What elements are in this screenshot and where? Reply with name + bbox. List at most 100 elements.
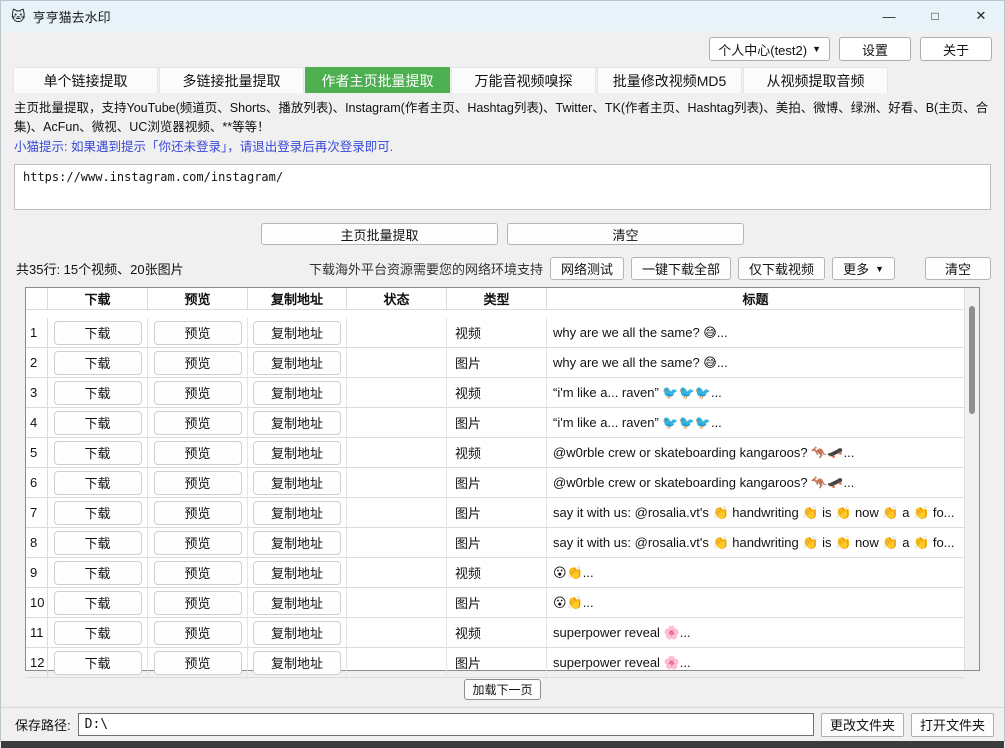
type-cell: 视频 [447,618,547,648]
copy-row-button[interactable]: 复制地址 [253,351,341,375]
network-notice: 下载海外平台资源需要您的网络环境支持 [309,259,543,278]
download-videos-only-button[interactable]: 仅下载视频 [738,257,825,280]
preview-row-button[interactable]: 预览 [154,381,242,405]
title-cell: why are we all the same? 😅... [547,318,964,348]
type-cell: 视频 [447,438,547,468]
vertical-scrollbar[interactable] [964,288,979,670]
title-cell: superpower reveal 🌸... [547,618,964,648]
scrollbar-thumb[interactable] [969,306,975,414]
open-folder-button[interactable]: 打开文件夹 [911,713,994,737]
change-folder-button[interactable]: 更改文件夹 [821,713,904,737]
download-row-button[interactable]: 下载 [54,591,142,615]
button-cell: 复制地址 [248,528,347,558]
clear-results-button[interactable]: 清空 [925,257,991,280]
account-dropdown-label: 个人中心(test2) [718,40,807,59]
result-summary: 共35行: 15个视频、20张图片 [16,259,184,278]
copy-row-button[interactable]: 复制地址 [253,381,341,405]
url-input[interactable]: https://www.instagram.com/instagram/ [14,164,991,210]
title-cell: “i'm like a... raven” 🐦🐦🐦... [547,378,964,408]
close-button[interactable]: ✕ [958,1,1004,31]
status-cell [347,408,447,438]
tab-1[interactable]: 单个链接提取 [13,67,158,93]
copy-row-button[interactable]: 复制地址 [253,321,341,345]
minimize-button[interactable]: — [866,1,912,31]
preview-row-button[interactable]: 预览 [154,531,242,555]
copy-row-button[interactable]: 复制地址 [253,501,341,525]
about-button[interactable]: 关于 [920,37,992,61]
tab-2[interactable]: 多链接批量提取 [159,67,304,93]
title-cell: 😮👏... [547,558,964,588]
download-row-button[interactable]: 下载 [54,531,142,555]
network-test-button[interactable]: 网络测试 [550,257,624,280]
action-row: 主页批量提取 清空 [261,223,1004,245]
status-cell [347,348,447,378]
download-row-button[interactable]: 下载 [54,561,142,585]
preview-row-button[interactable]: 预览 [154,501,242,525]
status-cell [347,588,447,618]
copy-row-button[interactable]: 复制地址 [253,621,341,645]
button-cell: 下载 [48,528,148,558]
load-next-page-button[interactable]: 加载下一页 [464,679,540,700]
button-cell: 预览 [148,318,248,348]
copy-row-button[interactable]: 复制地址 [253,591,341,615]
preview-row-button[interactable]: 预览 [154,351,242,375]
preview-row-button[interactable]: 预览 [154,471,242,495]
row-index: 5 [26,438,48,468]
copy-row-button[interactable]: 复制地址 [253,471,341,495]
preview-row-button[interactable]: 预览 [154,621,242,645]
supported-platforms-text: 主页批量提取，支持YouTube(频道页、Shorts、播放列表)、Instag… [14,99,991,138]
row-index: 6 [26,468,48,498]
save-path-input[interactable]: D:\ [78,713,814,736]
type-cell: 图片 [447,498,547,528]
button-cell: 预览 [148,498,248,528]
download-row-button[interactable]: 下载 [54,351,142,375]
extract-homepage-button[interactable]: 主页批量提取 [261,223,498,245]
button-cell: 下载 [48,498,148,528]
tab-6[interactable]: 从视频提取音频 [743,67,888,93]
download-row-button[interactable]: 下载 [54,381,142,405]
title-cell: 😮👏... [547,588,964,618]
tab-3[interactable]: 作者主页批量提取 [305,67,450,93]
copy-row-button[interactable]: 复制地址 [253,441,341,465]
button-cell: 复制地址 [248,378,347,408]
type-cell: 视频 [447,378,547,408]
row-index: 10 [26,588,48,618]
row-index: 3 [26,378,48,408]
description-block: 主页批量提取，支持YouTube(频道页、Shorts、播放列表)、Instag… [1,93,1004,157]
type-cell: 视频 [447,558,547,588]
button-cell: 预览 [148,528,248,558]
download-row-button[interactable]: 下载 [54,621,142,645]
type-cell: 图片 [447,348,547,378]
account-dropdown[interactable]: 个人中心(test2) ▼ [709,37,830,61]
status-cell [347,318,447,348]
button-cell: 下载 [48,468,148,498]
copy-row-button[interactable]: 复制地址 [253,561,341,585]
copy-row-button[interactable]: 复制地址 [253,411,341,435]
preview-row-button[interactable]: 预览 [154,591,242,615]
download-row-button[interactable]: 下载 [54,321,142,345]
preview-row-button[interactable]: 预览 [154,411,242,435]
title-cell: “i'm like a... raven” 🐦🐦🐦... [547,408,964,438]
button-cell: 下载 [48,618,148,648]
tab-5[interactable]: 批量修改视频MD5 [597,67,742,93]
preview-row-button[interactable]: 预览 [154,321,242,345]
copy-row-button[interactable]: 复制地址 [253,531,341,555]
button-cell: 下载 [48,348,148,378]
row-index: 2 [26,348,48,378]
preview-row-button[interactable]: 预览 [154,441,242,465]
button-cell: 预览 [148,408,248,438]
download-row-button[interactable]: 下载 [54,441,142,465]
column-header: 类型 [447,288,547,310]
download-row-button[interactable]: 下载 [54,471,142,495]
download-row-button[interactable]: 下载 [54,411,142,435]
download-all-button[interactable]: 一键下载全部 [631,257,731,280]
tab-4[interactable]: 万能音视频嗅探 [451,67,596,93]
maximize-button[interactable]: □ [912,1,958,31]
settings-button[interactable]: 设置 [839,37,911,61]
download-row-button[interactable]: 下载 [54,501,142,525]
more-dropdown-button[interactable]: 更多 ▼ [832,257,895,280]
preview-row-button[interactable]: 预览 [154,561,242,585]
clear-input-button[interactable]: 清空 [507,223,744,245]
button-cell: 下载 [48,318,148,348]
pagination-row: 加载下一页 [1,671,1004,707]
